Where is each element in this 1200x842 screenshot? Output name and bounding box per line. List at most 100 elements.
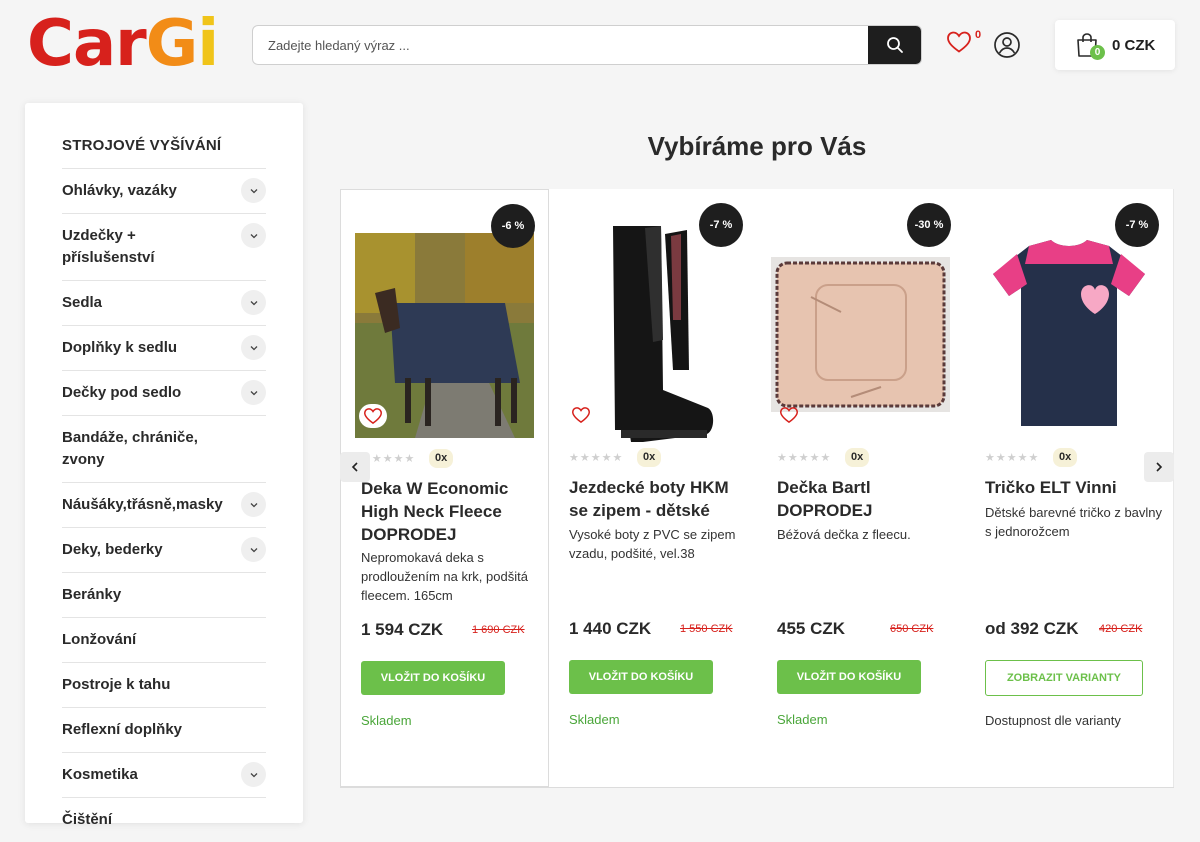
chevron-down-icon[interactable] (241, 537, 266, 562)
sidebar-item-cisteni[interactable]: Čištění (62, 797, 266, 842)
chevron-down-icon[interactable] (241, 335, 266, 360)
sidebar-item-lonzovani[interactable]: Lonžování (62, 617, 266, 662)
rating-stars: ★★★★★ (777, 452, 832, 464)
sidebar-item-doplnky-k-sedlu[interactable]: Doplňky k sedlu (62, 325, 266, 370)
availability: Skladem (361, 713, 412, 728)
add-to-cart-button[interactable]: VLOŽIT DO KOŠÍKU (569, 660, 713, 694)
chevron-down-icon[interactable] (241, 178, 266, 203)
sidebar-item-label: Doplňky k sedlu (62, 339, 178, 356)
arrow-right-icon (1156, 462, 1163, 472)
add-to-wishlist-button[interactable] (775, 403, 803, 427)
heart-icon (363, 408, 383, 425)
sidebar-item-label: Beránky (62, 586, 122, 603)
product-old-price: 420 CZK (1099, 623, 1143, 635)
sidebar-item-label: Ohlávky, vazáky (62, 182, 177, 199)
product-price: 1 594 CZK (361, 620, 444, 639)
search-input[interactable] (253, 26, 869, 64)
chevron-down-icon[interactable] (241, 762, 266, 787)
discount-badge: -30 % (907, 203, 951, 247)
product-description: Vysoké boty z PVC se zipem vzadu, podšit… (569, 527, 736, 561)
logo[interactable]: CarGi (27, 8, 219, 80)
sidebar-item-label: Dečky pod sedlo (62, 384, 182, 401)
sidebar-item-uzdecky[interactable]: Uzdečky + příslušenství (62, 213, 266, 280)
product-card: -30 % ★★★★★ 0x Dečka Bartl DOPRODEJ Béžo… (757, 189, 966, 787)
chevron-down-icon[interactable] (241, 380, 266, 405)
add-to-wishlist-button[interactable] (567, 403, 595, 427)
sidebar-title[interactable]: STROJOVÉ VYŠÍVÁNÍ (62, 137, 221, 154)
rating-stars: ★★★★★ (985, 452, 1040, 464)
product-old-price: 650 CZK (890, 623, 934, 635)
product-price: 455 CZK (777, 619, 846, 638)
sidebar-item-postroje[interactable]: Postroje k tahu (62, 662, 266, 707)
sidebar-item-deky[interactable]: Deky, bederky (62, 527, 266, 572)
product-card: -6 % ★★★★★ 0x Deka W Economic High Neck … (340, 189, 549, 787)
cart-button[interactable]: 0 0 CZK (1055, 20, 1175, 70)
rating-count: 0x (429, 449, 454, 468)
product-description: Béžová dečka z fleecu. (777, 527, 911, 542)
search-button[interactable] (868, 26, 921, 64)
add-to-cart-button[interactable]: VLOŽIT DO KOŠÍKU (777, 660, 921, 694)
arrow-left-icon (351, 462, 358, 472)
sidebar-item-beranky[interactable]: Beránky (62, 572, 266, 617)
product-carousel: -6 % ★★★★★ 0x Deka W Economic High Neck … (340, 189, 1174, 788)
carousel-prev-button[interactable] (340, 452, 370, 482)
cart-total: 0 CZK (1112, 37, 1156, 54)
sidebar-item-label: Bandáže, chrániče, zvony (62, 429, 198, 468)
add-to-wishlist-button[interactable] (359, 404, 387, 428)
chevron-down-icon[interactable] (241, 492, 266, 517)
category-sidebar: STROJOVÉ VYŠÍVÁNÍ Ohlávky, vazáky Uzdečk… (25, 103, 303, 828)
sidebar-item-label: Deky, bederky (62, 541, 163, 558)
carousel-next-button[interactable] (1144, 452, 1174, 482)
chevron-down-icon[interactable] (241, 223, 266, 248)
rating-count: 0x (1053, 448, 1078, 467)
sidebar-item-nausaky[interactable]: Náušáky,třásně,masky (62, 482, 266, 527)
discount-badge: -7 % (699, 203, 743, 247)
product-image[interactable] (979, 219, 1158, 449)
product-description: Nepromokavá deka s prodloužením na krk, … (361, 550, 528, 603)
account-button[interactable] (993, 31, 1021, 59)
product-name[interactable]: Dečka Bartl DOPRODEJ (777, 476, 953, 522)
header: CarGi 0 0 0 CZK (0, 0, 1200, 92)
rating-stars: ★★★★★ (569, 452, 624, 464)
sidebar-item-label: Kosmetika (62, 766, 138, 783)
product-name[interactable]: Jezdecké boty HKM se zipem - dětské (569, 476, 745, 522)
product-card: -7 % ★★★★★ 0x Jezdecké boty HKM se zipem… (549, 189, 758, 787)
product-old-price: 1 690 CZK (472, 624, 525, 636)
sidebar-item-bandaze[interactable]: Bandáže, chrániče, zvony (62, 415, 266, 482)
sidebar-item-ohlavky[interactable]: Ohlávky, vazáky (62, 168, 266, 213)
product-name[interactable]: Tričko ELT Vinni (985, 476, 1161, 499)
sidebar-item-sedla[interactable]: Sedla (62, 280, 266, 325)
discount-badge: -6 % (491, 204, 535, 248)
product-description: Dětské barevné tričko z bavlny s jednoro… (985, 505, 1163, 539)
sidebar-item-label: Lonžování (62, 631, 137, 648)
sidebar-item-label: Uzdečky + příslušenství (62, 227, 155, 266)
discount-badge: -7 % (1115, 203, 1159, 247)
heart-icon (779, 407, 799, 424)
wishlist-button[interactable]: 0 (946, 29, 982, 60)
cart-count-badge: 0 (1090, 45, 1105, 60)
rating-count: 0x (845, 448, 870, 467)
category-list: Ohlávky, vazáky Uzdečky + příslušenství … (62, 168, 266, 842)
section-title: Vybíráme pro Vás (647, 131, 867, 161)
sidebar-item-reflexni[interactable]: Reflexní doplňky (62, 707, 266, 752)
show-variants-button[interactable]: ZOBRAZIT VARIANTY (985, 660, 1143, 696)
wishlist-count: 0 (975, 29, 982, 41)
search-bar (252, 25, 922, 65)
sidebar-item-kosmetika[interactable]: Kosmetika (62, 752, 266, 797)
sidebar-item-label: Reflexní doplňky (62, 721, 183, 738)
availability: Skladem (777, 712, 828, 727)
availability: Skladem (569, 712, 620, 727)
heart-icon (571, 407, 591, 424)
add-to-cart-button[interactable]: VLOŽIT DO KOŠÍKU (361, 661, 505, 695)
rating-count: 0x (637, 448, 662, 467)
product-name[interactable]: Deka W Economic High Neck Fleece DOPRODE… (361, 477, 537, 546)
search-icon (886, 37, 903, 53)
product-old-price: 1 550 CZK (680, 623, 733, 635)
sidebar-item-label: Náušáky,třásně,masky (62, 496, 223, 513)
product-price: 1 440 CZK (569, 619, 652, 638)
product-price: od 392 CZK (985, 619, 1079, 638)
sidebar-item-label: Sedla (62, 294, 103, 311)
user-icon (994, 32, 1020, 58)
sidebar-item-decky-pod-sedlo[interactable]: Dečky pod sedlo (62, 370, 266, 415)
chevron-down-icon[interactable] (241, 290, 266, 315)
